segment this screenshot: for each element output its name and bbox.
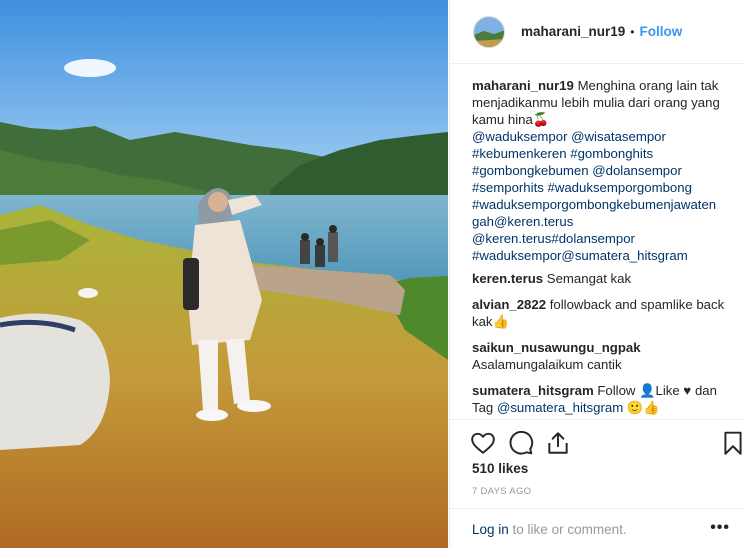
post-photo-image — [0, 0, 448, 548]
header-username[interactable]: maharani_nur19 — [521, 24, 625, 39]
heart-icon[interactable] — [470, 430, 496, 456]
smile-thumb-emoji: 🙂👍 — [626, 400, 660, 415]
caption-tags-1[interactable]: @waduksempor @wisatasempor — [472, 129, 666, 144]
comment-username[interactable]: sumatera_hitsgram — [472, 383, 594, 398]
caption-username[interactable]: maharani_nur19 — [472, 78, 574, 93]
login-prompt-text: to like or comment. — [508, 522, 627, 537]
post-side-panel: maharani_nur19 • Follow maharani_nur19 M… — [449, 0, 745, 548]
list-item: keren.terus Semangat kak — [472, 270, 728, 287]
cherry-emoji: 🍒 — [532, 112, 550, 127]
avatar-image — [474, 16, 504, 47]
caption-tags-4[interactable]: #semporhits #waduksemporgombong — [472, 180, 692, 195]
person-emoji: 👤 — [639, 383, 656, 398]
list-item: alvian_2822 followback and spamlike back… — [472, 296, 728, 330]
comment-text: Follow — [597, 383, 636, 398]
action-bar — [450, 419, 745, 463]
comment-text: Asalamungalaikum cantik — [472, 357, 622, 372]
post-photo[interactable] — [0, 0, 448, 548]
caption-tags-5[interactable]: #waduksemporgombongkebumenjawaten — [472, 197, 716, 212]
comment-text: Like — [655, 383, 680, 398]
caption-tags-8[interactable]: #waduksempor@sumatera_hitsgram — [472, 248, 688, 263]
post-date[interactable]: 7 DAYS AGO — [472, 486, 531, 497]
share-icon[interactable] — [545, 430, 571, 456]
caption-tags-2[interactable]: #kebumenkeren #gombonghits — [472, 146, 653, 161]
comment-username[interactable]: saikun_nusawungu_ngpak — [472, 340, 641, 355]
login-prompt: Log in to like or comment. — [472, 522, 627, 537]
thumbs-up-emoji: 👍 — [492, 314, 509, 329]
comment-username[interactable]: keren.terus — [472, 271, 543, 286]
more-options-icon[interactable]: ••• — [710, 519, 730, 537]
caption-tags-7[interactable]: @keren.terus#dolansempor — [472, 231, 635, 246]
avatar[interactable] — [473, 15, 505, 48]
bookmark-icon[interactable] — [720, 430, 745, 456]
caption-tags-3[interactable]: #gombongkebumen @dolansempor — [472, 163, 682, 178]
heart-emoji: ♥ — [683, 383, 692, 398]
login-link[interactable]: Log in — [472, 522, 509, 537]
caption: maharani_nur19 Menghina orang lain tak m… — [472, 77, 728, 264]
list-item: sumatera_hitsgram Follow 👤Like ♥ dan Tag… — [472, 382, 728, 416]
comment-icon[interactable] — [508, 430, 534, 456]
comment-username[interactable]: alvian_2822 — [472, 297, 546, 312]
follow-button[interactable]: Follow — [640, 24, 683, 39]
header-separator: • — [630, 24, 635, 39]
caption-tags-6[interactable]: gah@keren.terus — [472, 214, 573, 229]
comment-footer: Log in to like or comment. ••• — [450, 508, 745, 548]
list-item: saikun_nusawungu_ngpak Asalamungalaikum … — [472, 339, 728, 373]
comment-text: Semangat kak — [546, 271, 632, 286]
comments-list[interactable]: maharani_nur19 Menghina orang lain tak m… — [472, 77, 728, 417]
comment-mention[interactable]: @sumatera_hitsgram — [497, 400, 623, 415]
post-header: maharani_nur19 • Follow — [450, 0, 745, 64]
likes-count[interactable]: 510 likes — [472, 461, 528, 476]
